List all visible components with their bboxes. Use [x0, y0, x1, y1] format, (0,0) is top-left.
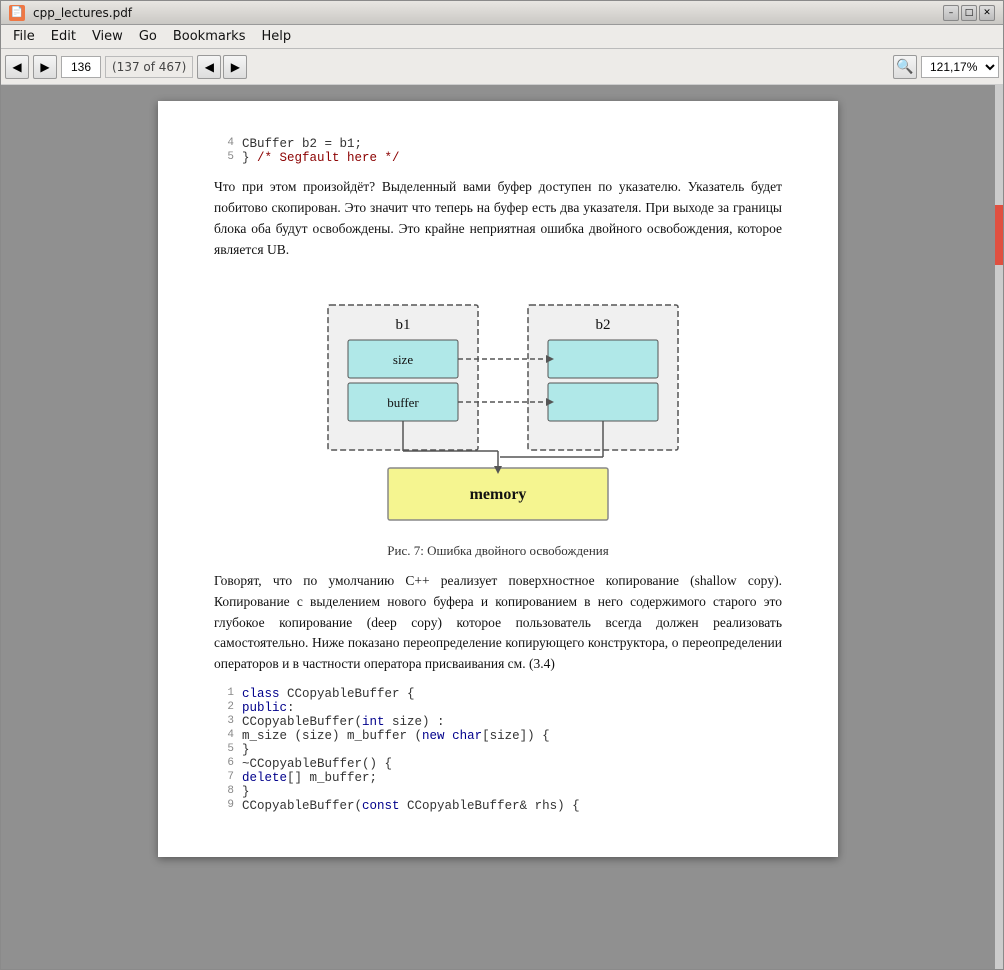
content-area: 4 CBuffer b2 = b1; 5 } /* Segfault here … [1, 85, 1003, 969]
pdf-page: 4 CBuffer b2 = b1; 5 } /* Segfault here … [158, 101, 838, 857]
scrollbar-accent [995, 85, 1003, 969]
line-num-b9: 9 [214, 799, 234, 813]
page-total: (137 of 467) [105, 56, 193, 78]
zoom-select-input[interactable]: 50% 75% 100% 121,17% 150% 200% [921, 56, 999, 78]
menubar: File Edit View Go Bookmarks Help [1, 25, 1003, 49]
line-num-b2: 2 [214, 701, 234, 715]
menu-view[interactable]: View [84, 27, 131, 46]
menu-file[interactable]: File [5, 27, 43, 46]
menu-edit[interactable]: Edit [43, 27, 84, 46]
code-text-b5: } [242, 743, 250, 757]
svg-text:b2: b2 [596, 317, 611, 333]
code-line-b2: 2 public: [214, 701, 782, 715]
memory-diagram: b1 size buffer b2 [288, 285, 708, 535]
code-text-b9: CCopyableBuffer(const CCopyableBuffer& r… [242, 799, 580, 813]
diagram-container: b1 size buffer b2 [214, 285, 782, 559]
code-line-b8: 8 } [214, 785, 782, 799]
back-button[interactable]: ◀ [5, 55, 29, 79]
page-nav-buttons: ◀ ▶ [197, 55, 247, 79]
code-line-b5: 5 } [214, 743, 782, 757]
svg-text:b1: b1 [396, 317, 411, 333]
menu-help[interactable]: Help [253, 27, 299, 46]
code-line-b1: 1 class CCopyableBuffer { [214, 687, 782, 701]
scroll-thumb[interactable] [995, 205, 1003, 265]
next-page-button[interactable]: ▶ [223, 55, 247, 79]
line-num-b6: 6 [214, 757, 234, 771]
code-text-b6: ~CCopyableBuffer() { [242, 757, 392, 771]
line-num-b8: 8 [214, 785, 234, 799]
code-line-b3: 3 CCopyableBuffer(int size) : [214, 715, 782, 729]
main-window: 📄 cpp_lectures.pdf – □ ✕ File Edit View … [0, 0, 1004, 970]
page-input-group: (137 of 467) [61, 56, 193, 78]
diagram-caption: Рис. 7: Ошибка двойного освобождения [387, 543, 608, 559]
code-text-b8: } [242, 785, 250, 799]
code-text-b3: CCopyableBuffer(int size) : [242, 715, 445, 729]
code-line-b9: 9 CCopyableBuffer(const CCopyableBuffer&… [214, 799, 782, 813]
line-num-4: 4 [214, 137, 234, 151]
toolbar: ◀ ▶ (137 of 467) ◀ ▶ 🔍 50% 75% 100% 121,… [1, 49, 1003, 85]
line-num-b7: 7 [214, 771, 234, 785]
page-number-input[interactable] [61, 56, 101, 78]
code-line-5: 5 } /* Segfault here */ [214, 151, 782, 165]
maximize-button[interactable]: □ [961, 5, 977, 21]
window-title: cpp_lectures.pdf [33, 6, 935, 20]
paragraph-2: Говорят, что по умолчанию C++ реализует … [214, 571, 782, 676]
close-button[interactable]: ✕ [979, 5, 995, 21]
svg-text:size: size [393, 352, 413, 367]
code-line-4: 4 CBuffer b2 = b1; [214, 137, 782, 151]
code-text-b2: public: [242, 701, 295, 715]
window-controls: – □ ✕ [943, 5, 995, 21]
line-num-b4: 4 [214, 729, 234, 743]
line-num-b3: 3 [214, 715, 234, 729]
search-button[interactable]: 🔍 [893, 55, 917, 79]
svg-text:memory: memory [470, 486, 527, 503]
menu-go[interactable]: Go [131, 27, 165, 46]
code-text-b7: delete[] m_buffer; [242, 771, 377, 785]
code-line-b6: 6 ~CCopyableBuffer() { [214, 757, 782, 771]
forward-button[interactable]: ▶ [33, 55, 57, 79]
code-line-b4: 4 m_size (size) m_buffer (new char[size]… [214, 729, 782, 743]
code-text-4: CBuffer b2 = b1; [242, 137, 362, 151]
code-block-top: 4 CBuffer b2 = b1; 5 } /* Segfault here … [214, 137, 782, 165]
code-line-b7: 7 delete[] m_buffer; [214, 771, 782, 785]
line-num-b1: 1 [214, 687, 234, 701]
prev-page-button[interactable]: ◀ [197, 55, 221, 79]
code-text-5: } /* Segfault here */ [242, 151, 400, 165]
code-text-b1: class CCopyableBuffer { [242, 687, 415, 701]
code-block-bottom: 1 class CCopyableBuffer { 2 public: 3 CC… [214, 687, 782, 813]
zoom-selector: 50% 75% 100% 121,17% 150% 200% [921, 56, 999, 78]
pdf-scroll-area[interactable]: 4 CBuffer b2 = b1; 5 } /* Segfault here … [1, 85, 995, 969]
app-icon: 📄 [9, 5, 25, 21]
line-num-b5: 5 [214, 743, 234, 757]
line-num-5: 5 [214, 151, 234, 165]
minimize-button[interactable]: – [943, 5, 959, 21]
svg-text:buffer: buffer [387, 395, 419, 410]
code-text-b4: m_size (size) m_buffer (new char[size]) … [242, 729, 550, 743]
titlebar: 📄 cpp_lectures.pdf – □ ✕ [1, 1, 1003, 25]
menu-bookmarks[interactable]: Bookmarks [165, 27, 254, 46]
paragraph-1: Что при этом произойдёт? Выделенный вами… [214, 177, 782, 261]
